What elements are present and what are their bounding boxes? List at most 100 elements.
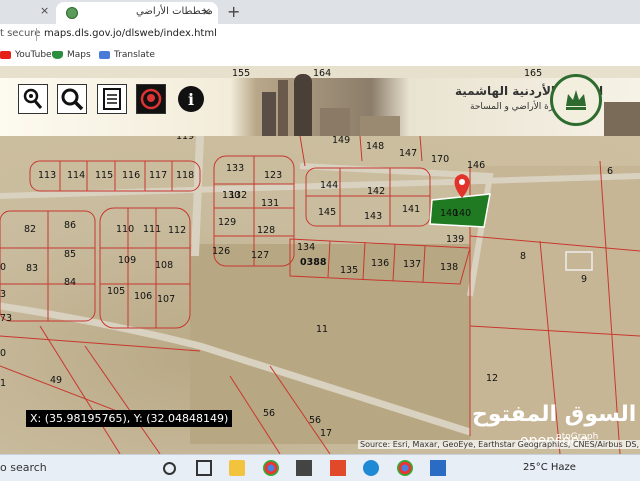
parcel-label: 170	[431, 154, 449, 165]
parcel-label: 109	[118, 255, 136, 266]
parcel-label: 137	[403, 259, 421, 270]
info-icon: i	[178, 86, 204, 112]
parcel-label: 127	[251, 250, 269, 261]
parcel-label: 149	[332, 136, 350, 146]
dls-emblem-icon	[550, 74, 602, 126]
bookmark-youtube[interactable]: YouTube	[0, 50, 52, 60]
bookmark-translate-label: Translate	[114, 50, 155, 60]
parcel-label: 130	[222, 190, 240, 201]
parcel-label: 56	[263, 408, 275, 419]
parcel-label: 135	[340, 265, 358, 276]
parcel-label: 138	[440, 262, 458, 273]
parcel-label: 84	[64, 277, 76, 288]
search-tool-button[interactable]	[57, 84, 87, 114]
mail-icon[interactable]	[430, 460, 446, 476]
red-marker-icon	[140, 88, 162, 110]
parcel-label: 83	[26, 263, 38, 274]
parcel-label: 73	[0, 313, 12, 324]
bookmark-translate[interactable]: Translate	[99, 50, 155, 60]
skyline-tower	[262, 92, 276, 136]
parcel-label: 12	[486, 373, 498, 384]
cortana-icon[interactable]	[163, 462, 176, 475]
strip-number: 155	[232, 68, 250, 78]
parcel-label: 6	[607, 166, 613, 177]
dls-favicon-icon	[66, 7, 78, 19]
youtube-icon	[0, 50, 11, 59]
address-divider	[36, 28, 37, 41]
parcel-label: 11	[316, 324, 328, 335]
parcel-label: 119	[176, 136, 194, 142]
new-tab-button[interactable]: +	[227, 2, 240, 21]
site-header: 155 164 165 i المملكة الأردنية الهاشمية …	[0, 66, 640, 136]
magnifier-icon	[61, 88, 84, 111]
chrome-alt-icon[interactable]	[397, 460, 413, 476]
parcel-label: 106	[134, 291, 152, 302]
selected-parcel-label: 140	[453, 208, 471, 219]
parcel-label: 146	[467, 160, 485, 171]
locate-tool-button[interactable]	[18, 84, 48, 114]
parcel-map[interactable]: 113 114 115 116 117 118 133 123 132 130 131 129 128 1…	[0, 136, 640, 454]
previous-tab-close-icon[interactable]: ×	[40, 4, 49, 17]
parcel-label: 49	[50, 375, 62, 386]
parcel-label: 144	[320, 180, 338, 191]
url-text[interactable]: maps.dls.gov.jo/dlsweb/index.html	[44, 28, 217, 39]
security-indicator[interactable]: t secure	[0, 28, 40, 39]
tab-close-icon[interactable]: ×	[202, 5, 211, 18]
parcel-label: 105	[107, 286, 125, 297]
bookmark-maps-label: Maps	[67, 50, 91, 60]
skyline-building	[360, 116, 400, 136]
tab-bar: × مخططات الأراضي × +	[0, 0, 640, 24]
parcel-label: 143	[364, 211, 382, 222]
parcel-label: 123	[264, 170, 282, 181]
block-label: 0388	[300, 257, 327, 268]
active-tab[interactable]: مخططات الأراضي ×	[56, 2, 218, 24]
marker-tool-button[interactable]	[136, 84, 166, 114]
parcel-label: 128	[257, 225, 275, 236]
parcel-label: 141	[402, 204, 420, 215]
strip-number: 165	[524, 68, 542, 78]
parcel-label: 86	[64, 220, 76, 231]
task-view-icon[interactable]	[196, 460, 212, 476]
bookmarks-bar: YouTube Maps Translate	[0, 46, 640, 67]
parcel-label: 114	[67, 170, 85, 181]
parcel-label: 139	[446, 234, 464, 245]
skyline-building	[320, 108, 350, 136]
report-tool-button[interactable]	[97, 84, 127, 114]
weather-widget[interactable]: 25°C Haze	[523, 462, 576, 473]
office-icon[interactable]	[330, 460, 346, 476]
store-icon[interactable]	[296, 460, 312, 476]
map-pin-search-icon	[23, 88, 43, 109]
file-explorer-icon[interactable]	[229, 460, 245, 476]
edge-icon[interactable]	[363, 460, 379, 476]
coordinates-readout: X: (35.98195765), Y: (32.04848149)	[26, 410, 233, 427]
crown-emblem-icon	[566, 90, 586, 110]
skyline-building	[604, 102, 640, 136]
page-subtitle: دائرة الأراضي و المساحة	[470, 102, 563, 112]
parcel-label: 133	[226, 163, 244, 174]
parcel-label: 111	[143, 224, 161, 235]
chrome-icon[interactable]	[263, 460, 279, 476]
document-icon	[103, 88, 121, 110]
bookmark-maps[interactable]: Maps	[52, 50, 91, 60]
parcel-label: 134	[297, 242, 315, 253]
parcel-label: 148	[366, 141, 384, 152]
maps-icon	[52, 50, 63, 59]
translate-icon	[99, 50, 110, 59]
parcel-label: 129	[218, 217, 236, 228]
parcel-label: 142	[367, 186, 385, 197]
skyline-tower	[278, 80, 288, 136]
taskbar-search[interactable]: o search	[0, 461, 47, 474]
parcel-label: 108	[155, 260, 173, 271]
map-marker-icon[interactable]	[454, 174, 470, 198]
header-map-strip: 155 164 165	[0, 66, 640, 78]
parcel-label: 1	[0, 378, 6, 389]
svg-text:i: i	[188, 90, 194, 109]
parcel-label: 131	[261, 198, 279, 209]
parcel-label: 17	[320, 428, 332, 439]
parcel-label: 8	[520, 251, 526, 262]
map-info-text: ntoGraph	[556, 432, 599, 442]
info-tool-button[interactable]: i	[176, 84, 206, 114]
address-bar[interactable]: t secure maps.dls.gov.jo/dlsweb/index.ht…	[0, 24, 640, 46]
parcel-label: 82	[24, 224, 36, 235]
parcel-label: 9	[581, 274, 587, 285]
